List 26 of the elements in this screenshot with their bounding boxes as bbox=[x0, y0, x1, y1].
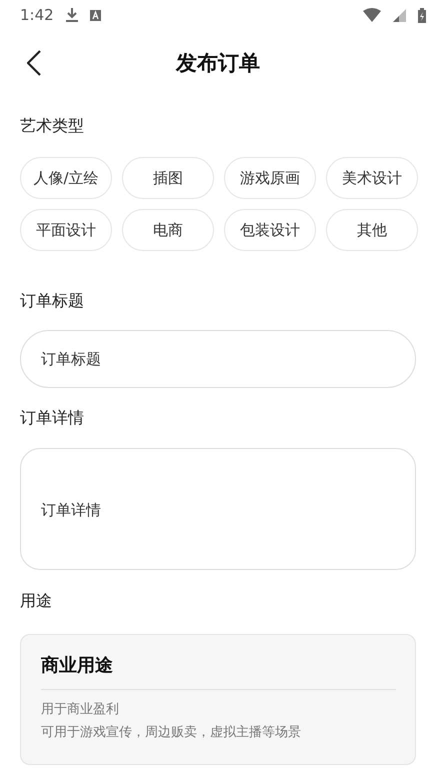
page-title: 发布订单 bbox=[176, 50, 260, 77]
card-title: 商业用途 bbox=[41, 653, 396, 690]
usage-card[interactable]: 商业用途 用于商业盈利 可用于游戏宣传，周边贩卖，虚拟主播等场景 bbox=[20, 634, 416, 765]
category-chip[interactable]: 电商 bbox=[122, 209, 214, 251]
title-field[interactable]: 订单标题 bbox=[20, 330, 416, 388]
section-label: 艺术类型 bbox=[20, 116, 85, 137]
category-chip[interactable]: 插图 bbox=[122, 157, 214, 199]
card-description: 用于商业盈利 bbox=[41, 701, 120, 719]
section-label: 用途 bbox=[20, 591, 53, 612]
back-icon bbox=[27, 50, 41, 76]
section-label: 订单详情 bbox=[20, 408, 85, 429]
card-description: 可用于游戏宣传，周边贩卖，虚拟主播等场景 bbox=[41, 724, 302, 742]
category-chip[interactable]: 其他 bbox=[326, 209, 418, 251]
wifi-icon bbox=[363, 8, 381, 22]
section-label: 订单标题 bbox=[20, 291, 85, 312]
signal-icon bbox=[393, 8, 406, 22]
details-field[interactable]: 订单详情 bbox=[20, 448, 416, 570]
category-chip[interactable]: 平面设计 bbox=[20, 209, 112, 251]
category-chip[interactable]: 美术设计 bbox=[326, 157, 418, 199]
category-chip[interactable]: 人像/立绘 bbox=[20, 157, 112, 199]
notification-icon bbox=[90, 10, 101, 20]
battery-icon bbox=[418, 8, 426, 22]
category-chip[interactable]: 游戏原画 bbox=[224, 157, 316, 199]
download-icon bbox=[66, 8, 78, 22]
category-chip[interactable]: 包装设计 bbox=[224, 209, 316, 251]
status-time: 1:42 bbox=[20, 6, 54, 24]
